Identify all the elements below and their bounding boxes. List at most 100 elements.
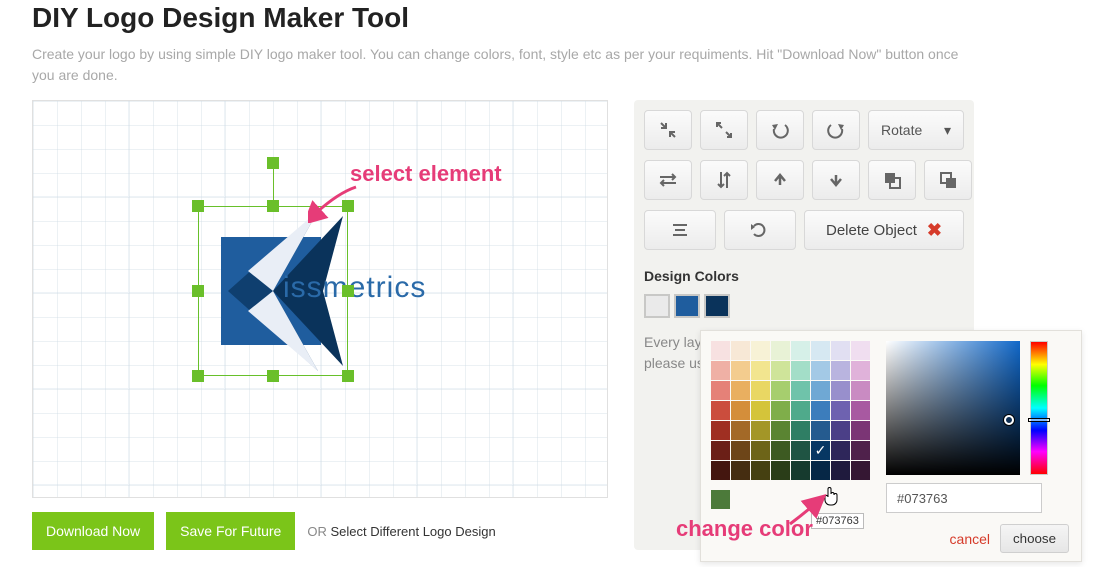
palette-color[interactable] bbox=[751, 341, 770, 360]
rotate-select[interactable]: Rotate ▾ bbox=[868, 110, 964, 150]
palette-color[interactable] bbox=[831, 381, 850, 400]
subtitle: Create your logo by using simple DIY log… bbox=[32, 44, 982, 86]
send-back-button[interactable] bbox=[924, 160, 972, 200]
logo-canvas[interactable]: issmetrics select element bbox=[32, 100, 608, 498]
palette-color[interactable] bbox=[731, 421, 750, 440]
palette-color[interactable] bbox=[851, 361, 870, 380]
save-button[interactable]: Save For Future bbox=[166, 512, 295, 550]
palette-color[interactable] bbox=[791, 461, 810, 480]
select-different-link[interactable]: Select Different Logo Design bbox=[330, 524, 495, 539]
selected-hex-tooltip: #073763 bbox=[811, 513, 864, 529]
palette-color[interactable] bbox=[711, 401, 730, 420]
resize-handle-tr[interactable] bbox=[342, 200, 354, 212]
expand-button[interactable] bbox=[700, 110, 748, 150]
palette-color[interactable] bbox=[751, 421, 770, 440]
palette-color[interactable] bbox=[831, 421, 850, 440]
choose-button[interactable]: choose bbox=[1000, 524, 1069, 553]
hue-handle[interactable] bbox=[1028, 418, 1050, 422]
palette-color[interactable] bbox=[831, 361, 850, 380]
palette-color[interactable] bbox=[831, 401, 850, 420]
shrink-button[interactable] bbox=[644, 110, 692, 150]
palette-color[interactable] bbox=[791, 361, 810, 380]
reset-button[interactable] bbox=[724, 210, 796, 250]
palette-color[interactable] bbox=[751, 381, 770, 400]
swatch-3[interactable] bbox=[704, 294, 730, 318]
palette-color[interactable] bbox=[851, 341, 870, 360]
delete-object-button[interactable]: Delete Object ✖ bbox=[804, 210, 964, 250]
palette-color[interactable] bbox=[711, 441, 730, 460]
palette-color[interactable] bbox=[791, 381, 810, 400]
saturation-lightness-box[interactable] bbox=[886, 341, 1020, 475]
flip-vertical-button[interactable] bbox=[700, 160, 748, 200]
palette-color[interactable] bbox=[711, 341, 730, 360]
move-down-button[interactable] bbox=[812, 160, 860, 200]
rotate-handle[interactable] bbox=[267, 157, 279, 169]
move-up-button[interactable] bbox=[756, 160, 804, 200]
palette-color-selected[interactable] bbox=[811, 441, 830, 460]
resize-handle-mb[interactable] bbox=[267, 370, 279, 382]
palette-color[interactable] bbox=[851, 381, 870, 400]
cancel-link[interactable]: cancel bbox=[950, 531, 990, 547]
palette-color[interactable] bbox=[771, 381, 790, 400]
palette-color[interactable] bbox=[771, 441, 790, 460]
resize-handle-mt[interactable] bbox=[267, 200, 279, 212]
palette-color[interactable] bbox=[771, 361, 790, 380]
sl-handle[interactable] bbox=[1004, 415, 1014, 425]
chevron-down-icon: ▾ bbox=[944, 122, 951, 139]
palette-color[interactable] bbox=[851, 461, 870, 480]
palette-color[interactable] bbox=[751, 441, 770, 460]
hex-input[interactable] bbox=[886, 483, 1042, 513]
palette-color[interactable] bbox=[831, 341, 850, 360]
redo-button[interactable] bbox=[812, 110, 860, 150]
annotation-select-element: select element bbox=[350, 161, 502, 187]
palette-color[interactable] bbox=[711, 461, 730, 480]
palette-color[interactable] bbox=[851, 401, 870, 420]
palette-color[interactable] bbox=[791, 441, 810, 460]
flip-horizontal-button[interactable] bbox=[644, 160, 692, 200]
align-button[interactable] bbox=[644, 210, 716, 250]
undo-button[interactable] bbox=[756, 110, 804, 150]
palette-color[interactable] bbox=[771, 421, 790, 440]
palette-color[interactable] bbox=[711, 381, 730, 400]
resize-handle-br[interactable] bbox=[342, 370, 354, 382]
palette-color[interactable] bbox=[811, 461, 830, 480]
palette-color[interactable] bbox=[751, 461, 770, 480]
palette-color[interactable] bbox=[711, 361, 730, 380]
palette-color[interactable] bbox=[831, 461, 850, 480]
swatch-1[interactable] bbox=[644, 294, 670, 318]
resize-handle-mr[interactable] bbox=[342, 285, 354, 297]
bring-front-button[interactable] bbox=[868, 160, 916, 200]
resize-handle-bl[interactable] bbox=[192, 370, 204, 382]
swatch-2[interactable] bbox=[674, 294, 700, 318]
recent-color[interactable] bbox=[711, 490, 730, 509]
palette-color[interactable] bbox=[731, 381, 750, 400]
palette-color[interactable] bbox=[831, 441, 850, 460]
palette-color[interactable] bbox=[811, 381, 830, 400]
palette-color[interactable] bbox=[811, 341, 830, 360]
download-button[interactable]: Download Now bbox=[32, 512, 154, 550]
palette-color[interactable] bbox=[851, 441, 870, 460]
palette-color[interactable] bbox=[731, 461, 750, 480]
hue-slider[interactable] bbox=[1030, 341, 1048, 475]
resize-handle-ml[interactable] bbox=[192, 285, 204, 297]
selection-box[interactable] bbox=[198, 206, 348, 376]
or-select-different: OR Select Different Logo Design bbox=[307, 524, 495, 539]
palette-color[interactable] bbox=[751, 361, 770, 380]
palette-color[interactable] bbox=[731, 441, 750, 460]
palette-color[interactable] bbox=[731, 401, 750, 420]
palette-color[interactable] bbox=[851, 421, 870, 440]
resize-handle-tl[interactable] bbox=[192, 200, 204, 212]
palette-color[interactable] bbox=[751, 401, 770, 420]
palette-color[interactable] bbox=[791, 401, 810, 420]
palette-color[interactable] bbox=[791, 341, 810, 360]
palette-color[interactable] bbox=[711, 421, 730, 440]
palette-color[interactable] bbox=[811, 361, 830, 380]
palette-color[interactable] bbox=[771, 341, 790, 360]
palette-color[interactable] bbox=[771, 461, 790, 480]
palette-color[interactable] bbox=[771, 401, 790, 420]
palette-color[interactable] bbox=[811, 401, 830, 420]
palette-color[interactable] bbox=[731, 361, 750, 380]
palette-color[interactable] bbox=[731, 341, 750, 360]
palette-color[interactable] bbox=[791, 421, 810, 440]
palette-color[interactable] bbox=[811, 421, 830, 440]
